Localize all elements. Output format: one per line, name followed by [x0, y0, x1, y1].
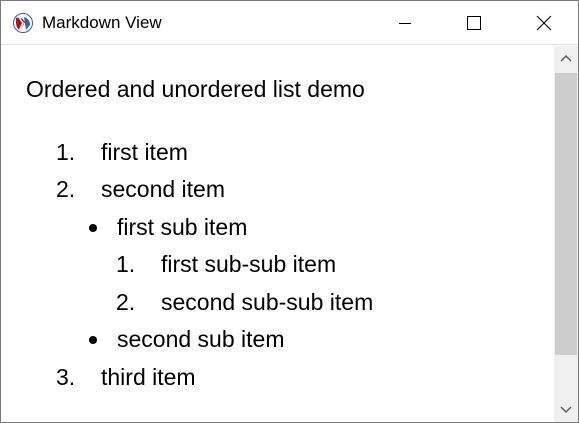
list-number: 3. [56, 364, 76, 390]
list-item-text: second sub-sub item [161, 289, 374, 315]
chevron-up-icon [560, 54, 572, 62]
list-item-text: first sub-sub item [161, 251, 337, 277]
maximize-button[interactable] [451, 1, 497, 45]
list-number: 2. [56, 176, 76, 202]
markdown-content: Ordered and unordered list demo 1. first… [1, 46, 554, 422]
racket-logo-icon [13, 13, 33, 33]
scrollbar-thumb[interactable] [555, 73, 577, 355]
list-item-text: first item [101, 139, 188, 165]
markdown-view-window: Markdown View Ordered and unordered list… [0, 0, 579, 423]
close-icon [536, 15, 552, 31]
list-number: 1. [56, 139, 76, 165]
list-item-text: third item [101, 364, 196, 390]
maximize-icon [467, 16, 481, 30]
close-button[interactable] [521, 1, 567, 45]
list-number: 2. [116, 289, 136, 315]
list-item-text: first sub item [117, 214, 248, 240]
scroll-down-button[interactable] [554, 398, 578, 422]
chevron-down-icon [560, 406, 572, 414]
list-number: 1. [116, 251, 136, 277]
minimize-button[interactable] [382, 1, 428, 45]
window-title: Markdown View [42, 13, 162, 32]
list-item-text: second item [101, 176, 226, 202]
bullet-icon [89, 224, 97, 232]
scroll-up-button[interactable] [554, 46, 578, 70]
document-heading: Ordered and unordered list demo [26, 76, 365, 102]
bullet-icon [89, 336, 97, 344]
vertical-scrollbar[interactable] [554, 46, 578, 422]
list-item-text: second sub item [117, 326, 285, 352]
minimize-icon [399, 23, 411, 24]
title-bar[interactable]: Markdown View [1, 1, 578, 45]
